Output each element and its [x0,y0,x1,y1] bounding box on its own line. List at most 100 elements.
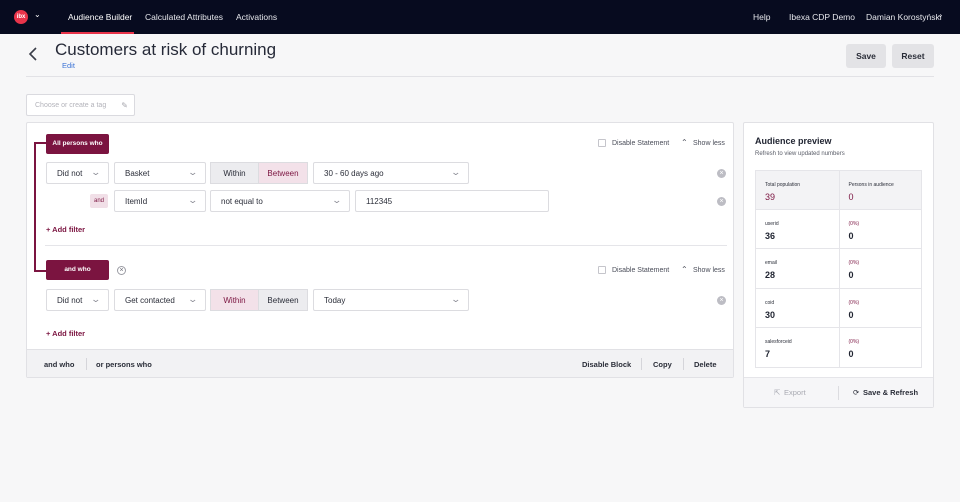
between-segment[interactable]: Between [258,289,308,311]
identifier-value: 30 [765,309,776,320]
block-footer: and who or persons who Disable Block Cop… [27,349,733,377]
preview-stats-table: Total population 39 Persons in audience … [755,170,922,368]
total-population-cell: Total population 39 [756,171,839,209]
show-less-toggle[interactable]: Show less [693,140,725,147]
audience-percent: (0%) [848,260,860,267]
block-bracket [34,142,36,271]
persons-in-audience-value: 0 [848,192,854,202]
audience-share-cell: (0%) 0 [838,288,922,327]
chevron-up-icon[interactable]: ⌃ [681,265,688,274]
nav-audience-builder[interactable]: Audience Builder [68,12,132,22]
disable-statement-checkbox[interactable] [598,139,606,147]
nav-help[interactable]: Help [753,12,770,22]
chevron-down-icon: ⌄ [90,167,102,177]
event-select[interactable]: Basket ⌄ [114,162,206,184]
property-select[interactable]: ItemId ⌄ [114,190,206,212]
operator-select[interactable]: not equal to ⌄ [210,190,350,212]
identifier-cell: salesforceid 7 [756,328,839,367]
audience-share-cell: (0%) 0 [838,327,922,367]
negation-select[interactable]: Did not ⌄ [46,162,109,184]
statement-label-all-persons[interactable]: All persons who [46,134,109,154]
total-population-label: Total population [765,182,801,188]
audience-percent: (0%) [848,221,860,228]
footer-separator [683,358,684,370]
nav-activations[interactable]: Activations [236,12,277,22]
time-range-select[interactable]: Today ⌄ [313,289,469,311]
audience-percent: (0%) [848,338,860,345]
back-arrow-icon[interactable] [28,47,38,61]
nav-calculated-attributes[interactable]: Calculated Attributes [145,12,223,22]
remove-filter-icon[interactable]: × [717,169,726,178]
disable-statement-label: Disable Statement [612,140,670,147]
disable-block-button[interactable]: Disable Block [582,360,631,369]
stats-row: email 28 (0%) 0 [756,249,921,289]
page-title: Customers at risk of churning [55,40,277,59]
stats-row: salesforceid 7 (0%) 0 [756,327,922,367]
ibexa-logo-icon[interactable]: ibx [14,10,28,24]
identifier-cell: userid 36 [756,210,839,248]
delete-button[interactable]: Delete [694,360,717,369]
save-button[interactable]: Save [846,44,886,68]
time-range-select[interactable]: 30 - 60 days ago ⌄ [313,162,469,184]
persons-in-audience-label: Persons in audience [848,182,894,188]
active-nav-indicator [61,32,134,34]
workspace-selector[interactable]: Ibexa CDP Demo [789,12,855,22]
add-filter-link[interactable]: + Add filter [46,225,85,234]
chevron-down-icon: ⌄ [450,294,462,304]
chevron-down-icon: ⌄ [187,195,199,205]
and-who-button[interactable]: and who [44,360,74,369]
export-button[interactable]: Export [784,388,806,397]
negation-value: Did not [57,296,83,305]
audience-count: 0 [848,270,854,281]
tag-input[interactable]: Choose or create a tag ✎ [26,94,135,116]
reset-button[interactable]: Reset [892,44,934,68]
chevron-down-icon: ⌄ [450,167,462,177]
tag-input-placeholder: Choose or create a tag [35,102,107,109]
user-menu[interactable]: Damian Korostyński [866,12,942,22]
bracket-top [34,142,46,144]
chevron-down-icon[interactable]: ⌄ [34,10,41,19]
top-navigation-bar: ibx ⌄ Audience Builder Calculated Attrib… [0,0,960,34]
within-segment[interactable]: Within [210,289,259,311]
stats-row: userid 36 (0%) 0 [756,210,921,250]
remove-filter-icon[interactable]: × [717,296,726,305]
remove-statement-icon[interactable]: × [117,266,126,275]
remove-filter-icon[interactable]: × [717,197,726,206]
event-select[interactable]: Get contacted ⌄ [114,289,206,311]
export-icon: ⇱ [774,388,781,397]
user-menu-chevron-icon[interactable]: ⌄ [937,10,944,19]
preview-subtitle: Refresh to view updated numbers [755,151,845,157]
disable-statement-checkbox[interactable] [598,266,606,274]
footer-separator [838,386,839,400]
block-divider [45,245,727,246]
audience-builder-panel: All persons who Disable Statement ⌃ Show… [26,122,734,378]
add-filter-link[interactable]: + Add filter [46,329,85,338]
stats-row: coid 30 (0%) 0 [756,288,922,328]
operator-value: not equal to [221,197,263,206]
statement-label-and-who[interactable]: and who [46,260,109,280]
total-population-value: 39 [765,192,776,202]
audience-percent: (0%) [848,299,860,306]
or-persons-who-button[interactable]: or persons who [96,360,152,369]
event-value: Get contacted [125,296,175,305]
negation-select[interactable]: Did not ⌄ [46,289,109,311]
negation-value: Did not [57,169,83,178]
copy-button[interactable]: Copy [653,360,672,369]
identifier-cell: coid 30 [756,289,839,327]
identifier-value: 28 [765,270,776,281]
filter-value-input[interactable]: 112345 [355,190,549,212]
chevron-down-icon: ⌄ [187,294,199,304]
identifier-cell: email 28 [756,249,839,287]
identifier-label: userid [765,221,779,228]
identifier-label: coid [765,299,775,306]
chevron-up-icon[interactable]: ⌃ [681,138,688,147]
between-segment[interactable]: Between [258,162,308,184]
time-range-value: Today [324,296,346,305]
identifier-value: 36 [765,231,776,242]
edit-title-link[interactable]: Edit [62,61,75,70]
show-less-toggle[interactable]: Show less [693,267,725,274]
header-divider [26,76,934,77]
stats-header-row: Total population 39 Persons in audience … [756,171,921,211]
save-and-refresh-button[interactable]: Save & Refresh [863,388,918,397]
within-segment[interactable]: Within [210,162,259,184]
